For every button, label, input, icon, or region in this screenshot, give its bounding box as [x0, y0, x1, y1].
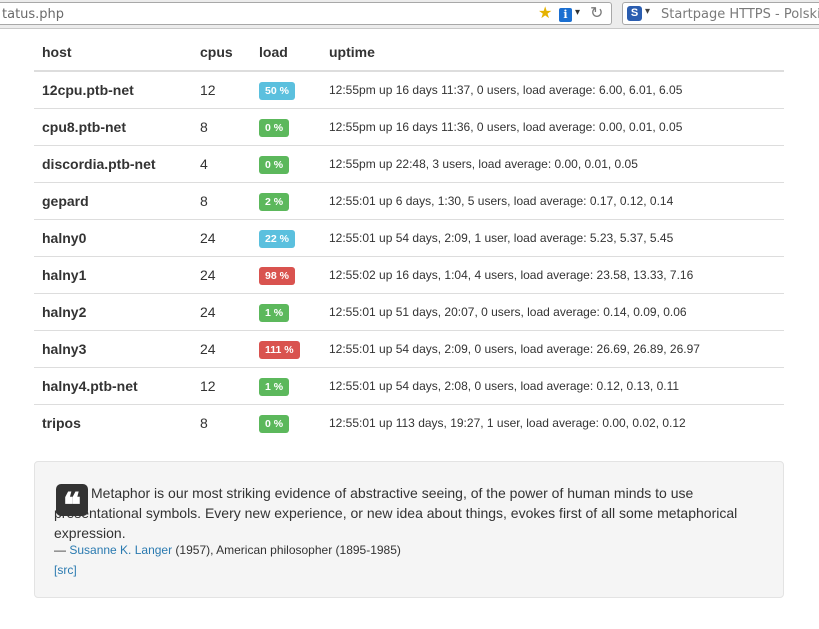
load-cell: 1 %	[251, 293, 321, 331]
host-cell: discordia.ptb-net	[34, 145, 192, 183]
header-uptime: uptime	[321, 34, 784, 72]
table-row: 12cpu.ptb-net 12 50 % 12:55pm up 16 days 11…	[34, 71, 784, 109]
load-cell: 22 %	[251, 219, 321, 257]
cpus-cell: 8	[192, 182, 251, 220]
cpus-cell: 12	[192, 367, 251, 405]
uptime-cell: 12:55:02 up 16 days, 1:04, 4 users, load…	[321, 256, 784, 294]
uptime-cell: 12:55:01 up 6 days, 1:30, 5 users, load …	[321, 182, 784, 220]
uptime-cell: 12:55pm up 22:48, 3 users, load average:…	[321, 145, 784, 183]
load-badge: 98 %	[259, 266, 295, 285]
reload-icon[interactable]: ↻	[590, 5, 603, 23]
status-table: host cpus load uptime 12cpu.ptb-net 12 50 …	[34, 34, 784, 441]
table-row: cpu8.ptb-net 8 0 % 12:55pm up 16 days 11:36…	[34, 108, 784, 146]
host-cell: halny4.ptb-net	[34, 367, 192, 405]
cpus-cell: 8	[192, 108, 251, 146]
load-cell: 0 %	[251, 108, 321, 146]
quote-icon: ❝	[56, 484, 88, 526]
load-badge: 0 %	[259, 155, 290, 174]
uptime-cell: 12:55pm up 16 days 11:37, 0 users, load …	[329, 83, 683, 97]
header-host: host	[34, 34, 192, 72]
table-row: halny1 24 98 % 12:55:02 up 16 days, 1:04, 4…	[34, 256, 784, 294]
host-cell: tripos	[34, 404, 192, 441]
chevron-down-icon[interactable]: ▾	[645, 6, 650, 17]
load-badge: 1 %	[259, 377, 290, 396]
table-row: halny4.ptb-net 12 1 % 12:55:01 up 54 days, …	[34, 367, 784, 405]
chevron-down-icon[interactable]: ▾	[575, 7, 580, 18]
header-load: load	[251, 34, 321, 72]
host-cell: halny1	[34, 256, 192, 294]
host-cell: cpu8.ptb-net	[34, 108, 192, 146]
host-cell: halny0	[34, 219, 192, 257]
source-link[interactable]: [src]	[54, 563, 77, 577]
uptime-cell: 12:55pm up 16 days 11:36, 0 users, load …	[321, 108, 784, 146]
cpus-cell: 12	[200, 82, 216, 98]
load-cell: 98 %	[251, 256, 321, 294]
uptime-cell: 12:55:01 up 54 days, 2:09, 1 user, load …	[321, 219, 784, 257]
quote-box: Metaphor is our most striking evidence o…	[34, 461, 784, 598]
cpus-cell: 24	[192, 330, 251, 368]
table-row: gepard 8 2 % 12:55:01 up 6 days, 1:30, 5 us…	[34, 182, 784, 220]
uptime-cell: 12:55:01 up 113 days, 19:27, 1 user, loa…	[321, 404, 784, 441]
load-cell: 0 %	[251, 145, 321, 183]
info-icon[interactable]: i	[559, 8, 572, 22]
table-row: halny2 24 1 % 12:55:01 up 51 days, 20:07, 0…	[34, 293, 784, 331]
load-cell: 0 %	[251, 404, 321, 441]
table-header-row: host cpus load uptime	[34, 34, 784, 72]
search-input[interactable]: Startpage HTTPS - Polski	[661, 7, 819, 22]
load-badge: 22 %	[259, 229, 295, 248]
search-engine-icon[interactable]: S	[627, 6, 642, 21]
attribution-dash: —	[54, 543, 70, 557]
author-link[interactable]: Susanne K. Langer	[69, 543, 172, 557]
uptime-cell: 12:55:01 up 54 days, 2:08, 0 users, load…	[321, 367, 784, 405]
cpus-cell: 24	[192, 256, 251, 294]
uptime-cell: 12:55:01 up 54 days, 2:09, 0 users, load…	[321, 330, 784, 368]
table-row: halny3 24 111 % 12:55:01 up 54 days, 2:09, …	[34, 330, 784, 368]
cpus-cell: 24	[192, 293, 251, 331]
uptime-cell: 12:55:01 up 51 days, 20:07, 0 users, loa…	[321, 293, 784, 331]
load-badge: 0 %	[259, 118, 290, 137]
load-badge: 0 %	[259, 414, 290, 433]
table-row: discordia.ptb-net 4 0 % 12:55pm up 22:48, 3…	[34, 145, 784, 183]
search-bar[interactable]: S ▾ Startpage HTTPS - Polski	[622, 2, 819, 25]
header-cpus: cpus	[192, 34, 251, 72]
load-badge: 2 %	[259, 192, 290, 211]
load-badge: 1 %	[259, 303, 290, 322]
load-cell: 2 %	[251, 182, 321, 220]
quote-attribution: — Susanne K. Langer (1957), American phi…	[54, 543, 401, 557]
host-cell: halny2	[34, 293, 192, 331]
table-row: halny0 24 22 % 12:55:01 up 54 days, 2:09, 1…	[34, 219, 784, 257]
load-cell: 111 %	[251, 330, 321, 368]
table-body: 12cpu.ptb-net 12 50 % 12:55pm up 16 days 11…	[34, 71, 784, 441]
cpus-cell: 24	[192, 219, 251, 257]
host-cell: halny3	[34, 330, 192, 368]
attribution-details: (1957), American philosopher (1895-1985)	[172, 543, 401, 557]
cpus-cell: 8	[192, 404, 251, 441]
bookmark-star-icon[interactable]: ★	[538, 6, 552, 22]
browser-toolbar: tatus.php ★ i ▾ ↻ S ▾ Startpage HTTPS - …	[0, 0, 819, 29]
load-badge: 111 %	[259, 340, 300, 359]
load-cell: 50 %	[251, 71, 321, 109]
quote-text: Metaphor is our most striking evidence o…	[54, 485, 738, 541]
table-row: tripos 8 0 % 12:55:01 up 113 days, 19:27, 1…	[34, 404, 784, 441]
load-cell: 1 %	[251, 367, 321, 405]
cpus-cell: 4	[192, 145, 251, 183]
host-cell: 12cpu.ptb-net	[42, 82, 134, 98]
url-bar[interactable]: tatus.php ★ i ▾ ↻	[0, 2, 612, 25]
url-text[interactable]: tatus.php	[2, 7, 64, 22]
load-badge: 50 %	[259, 81, 295, 100]
host-cell: gepard	[34, 182, 192, 220]
